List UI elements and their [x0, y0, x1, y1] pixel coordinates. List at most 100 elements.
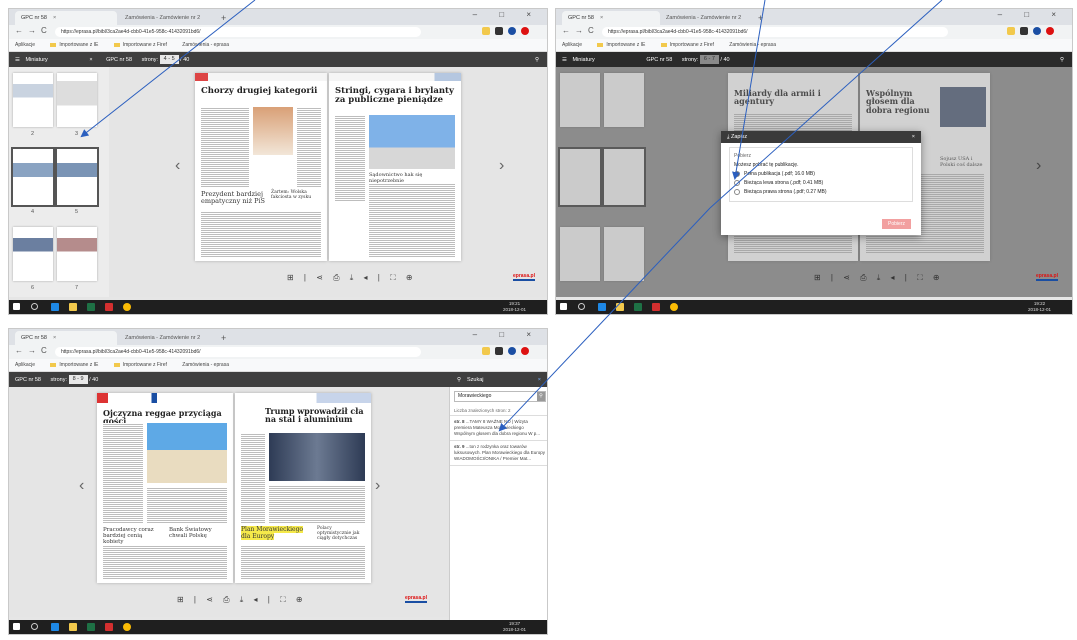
explorer-icon[interactable]: [69, 303, 77, 311]
chrome-icon[interactable]: [670, 303, 678, 311]
bookmark-apps[interactable]: Aplikacje: [562, 42, 582, 48]
new-tab-button[interactable]: +: [221, 11, 226, 25]
taskview-icon[interactable]: [598, 303, 606, 311]
radio-icon[interactable]: [734, 188, 740, 195]
excel-icon[interactable]: [87, 303, 95, 311]
bookmark-firefox[interactable]: Importowane z Firef: [113, 362, 167, 368]
bookmark-orders[interactable]: Zamówienia - eprasa: [182, 42, 229, 48]
explorer-icon[interactable]: [69, 623, 77, 631]
windows-start-icon[interactable]: [13, 623, 20, 630]
option-left[interactable]: Bieżąca lewa strona (.pdf; 0.41 MB): [734, 179, 908, 188]
new-tab-button[interactable]: +: [758, 11, 763, 25]
url-field[interactable]: https://eprasa.pl/bibl/3ca2ae4d-cbb0-41e…: [55, 27, 421, 37]
excel-icon[interactable]: [634, 303, 642, 311]
profile-icon[interactable]: [508, 347, 516, 355]
window-controls[interactable]: – □ ×: [998, 10, 1066, 19]
search-icon[interactable]: ⚲: [535, 52, 539, 68]
thumbnails-icon[interactable]: ☰: [562, 57, 567, 63]
bookmark-ie[interactable]: Importowane z IE: [50, 362, 98, 368]
windows-start-icon[interactable]: [13, 303, 20, 310]
panel-close-icon[interactable]: ×: [89, 57, 92, 63]
search-icon[interactable]: [578, 303, 585, 310]
tab-close-icon[interactable]: ×: [53, 335, 56, 341]
next-page-arrow[interactable]: ›: [499, 157, 504, 175]
download-button[interactable]: Pobierz: [882, 219, 911, 229]
thumbnail-page-4[interactable]: [11, 147, 55, 207]
search-result[interactable]: str. 9 ...ton z rodzynka oraz towarów lu…: [450, 441, 547, 466]
option-full[interactable]: Pełna publikacja (.pdf; 16.0 MB): [734, 170, 908, 179]
search-icon[interactable]: ⚲: [457, 372, 461, 388]
tab-orders[interactable]: Zamówienia - Zamówienie nr 2: [119, 331, 221, 345]
nav-buttons[interactable]: ←→C: [15, 346, 52, 355]
prev-page-arrow[interactable]: ‹: [79, 477, 84, 495]
nav-buttons[interactable]: ←→C: [562, 26, 599, 35]
bookmark-firefox[interactable]: Importowane z Firef: [113, 42, 167, 48]
extension-icon[interactable]: [495, 27, 503, 35]
tab-gpc[interactable]: GPC nr 58 ×: [15, 11, 117, 25]
explorer-icon[interactable]: [616, 303, 624, 311]
thumbnail-page[interactable]: [558, 147, 602, 207]
new-tab-button[interactable]: +: [221, 331, 226, 345]
next-page-arrow[interactable]: ›: [375, 477, 380, 495]
thumbnail-page-7[interactable]: [57, 227, 97, 281]
tab-orders[interactable]: Zamówienia - Zamówienie nr 2: [660, 11, 758, 25]
thumbnail-page[interactable]: [604, 73, 644, 127]
next-page-arrow[interactable]: ›: [1036, 157, 1041, 175]
menu-icon[interactable]: [1046, 27, 1054, 35]
thumbnail-page[interactable]: [560, 73, 600, 127]
star-icon[interactable]: [1007, 27, 1015, 35]
thumbnail-page[interactable]: [560, 227, 600, 281]
thumbnail-page[interactable]: [602, 147, 646, 207]
search-result[interactable]: str. 8 ...TAMY 8 WAŻNE NO | Wizyta premi…: [450, 416, 547, 441]
tab-gpc[interactable]: GPC nr 58 ×: [562, 11, 660, 25]
menu-icon[interactable]: [521, 347, 529, 355]
bookmark-orders[interactable]: Zamówienia - eprasa: [729, 42, 776, 48]
acrobat-icon[interactable]: [652, 303, 660, 311]
bookmark-orders[interactable]: Zamówienia - eprasa: [182, 362, 229, 368]
search-close-icon[interactable]: ×: [538, 372, 541, 388]
thumbnail-page-6[interactable]: [13, 227, 53, 281]
bottom-toolbar[interactable]: ⊞ | ⋖ ⎙ ⤓ ◂ | ⛶ ⊕: [287, 273, 417, 283]
url-field[interactable]: https://eprasa.pl/bibl/3ca2ae4d-cbb0-41e…: [602, 27, 948, 37]
window-controls[interactable]: – □ ×: [473, 10, 541, 19]
profile-icon[interactable]: [508, 27, 516, 35]
bottom-toolbar[interactable]: ⊞ | ⋖ ⎙ ⤓ ◂ | ⛶ ⊕: [177, 595, 307, 605]
extension-icons[interactable]: [1002, 27, 1062, 37]
tab-orders[interactable]: Zamówienia - Zamówienie nr 2: [119, 11, 221, 25]
bottom-toolbar[interactable]: ⊞ | ⋖ ⎙ ⤓ ◂ | ⛶ ⊕: [814, 273, 944, 283]
tab-gpc[interactable]: GPC nr 58 ×: [15, 331, 117, 345]
search-icon[interactable]: [31, 623, 38, 630]
star-icon[interactable]: [482, 27, 490, 35]
chrome-icon[interactable]: [123, 623, 131, 631]
radio-icon[interactable]: [734, 179, 740, 186]
thumbnail-page-3[interactable]: [57, 73, 97, 127]
search-icon[interactable]: ⚲: [1060, 52, 1064, 68]
star-icon[interactable]: [482, 347, 490, 355]
thumbnails-icon[interactable]: ☰: [15, 57, 20, 63]
pages-input[interactable]: 6 - 7: [699, 55, 719, 65]
pages-input[interactable]: 4 - 5: [159, 55, 179, 65]
window-controls[interactable]: – □ ×: [473, 330, 541, 339]
menu-icon[interactable]: [521, 27, 529, 35]
taskview-icon[interactable]: [51, 303, 59, 311]
extension-icon[interactable]: [1020, 27, 1028, 35]
prev-page-arrow[interactable]: ‹: [175, 157, 180, 175]
search-input[interactable]: Morawieckiego: [454, 391, 546, 402]
windows-start-icon[interactable]: [560, 303, 567, 310]
taskview-icon[interactable]: [51, 623, 59, 631]
acrobat-icon[interactable]: [105, 303, 113, 311]
url-field[interactable]: https://eprasa.pl/bibl/3ca2ae4d-cbb0-41e…: [55, 347, 421, 357]
search-submit-icon[interactable]: ⚲: [537, 392, 545, 401]
radio-selected-icon[interactable]: [734, 170, 740, 177]
pages-input[interactable]: 8 - 9: [68, 375, 88, 385]
tab-close-icon[interactable]: ×: [600, 15, 603, 21]
search-icon[interactable]: [31, 303, 38, 310]
bookmark-ie[interactable]: Importowane z IE: [597, 42, 645, 48]
dialog-close-icon[interactable]: ×: [912, 131, 915, 143]
option-right[interactable]: Bieżąca prawa strona (.pdf; 0.27 MB): [734, 188, 908, 197]
extension-icon[interactable]: [495, 347, 503, 355]
chrome-icon[interactable]: [123, 303, 131, 311]
nav-buttons[interactable]: ←→C: [15, 26, 52, 35]
profile-icon[interactable]: [1033, 27, 1041, 35]
thumbnail-page-5[interactable]: [55, 147, 99, 207]
